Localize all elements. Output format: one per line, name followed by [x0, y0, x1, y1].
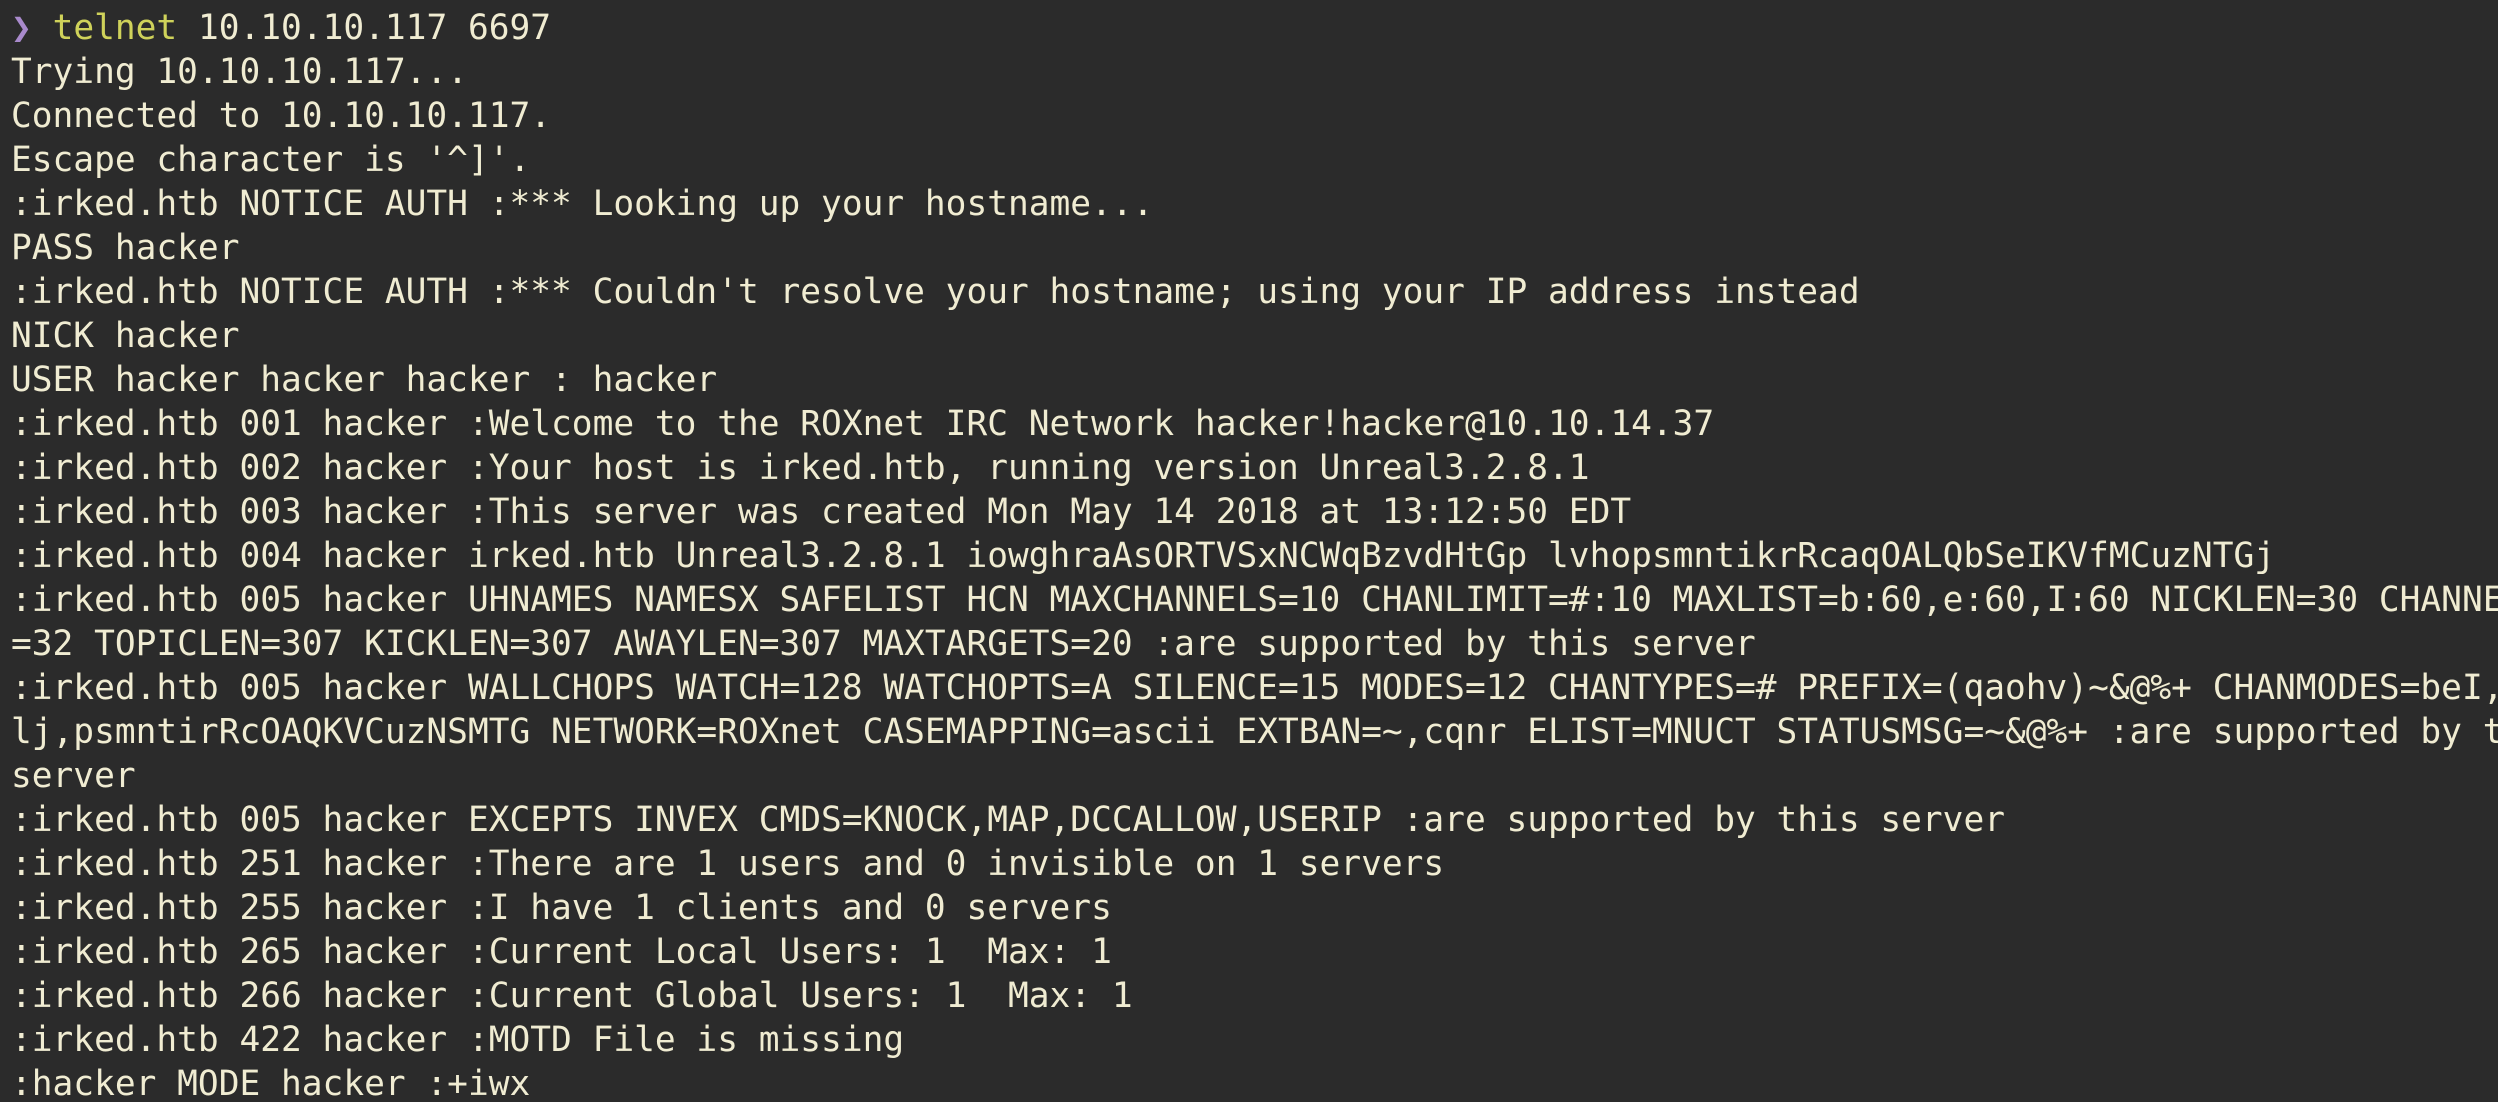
output-line: Escape character is '^]'. [11, 140, 531, 180]
output-line: :irked.htb 266 hacker :Current Global Us… [11, 976, 1133, 1016]
terminal-window[interactable]: ❯ telnet 10.10.10.117 6697 Trying 10.10.… [0, 0, 2498, 1102]
output-line: :irked.htb 265 hacker :Current Local Use… [11, 932, 1112, 972]
output-line: Connected to 10.10.10.117. [11, 96, 552, 136]
command-line: ❯ telnet 10.10.10.117 6697 [11, 6, 2498, 50]
output-line: Trying 10.10.10.117... [11, 52, 468, 92]
prompt-arrow-icon: ❯ [11, 8, 32, 48]
output-line: lj,psmntirRcOAQKVCuzNSMTG NETWORK=ROXnet… [11, 712, 2498, 752]
output-line: PASS hacker [11, 228, 240, 268]
output-line: =32 TOPICLEN=307 KICKLEN=307 AWAYLEN=307… [11, 624, 1756, 664]
output-line: USER hacker hacker hacker : hacker [11, 360, 718, 400]
output-line: :irked.htb 005 hacker EXCEPTS INVEX CMDS… [11, 800, 2005, 840]
output-line: :irked.htb 001 hacker :Welcome to the RO… [11, 404, 1715, 444]
output-line: server [11, 756, 136, 796]
output-line: :irked.htb 005 hacker WALLCHOPS WATCH=12… [11, 668, 2498, 708]
output-line: :irked.htb 003 hacker :This server was c… [11, 492, 1632, 532]
output-line: :irked.htb 002 hacker :Your host is irke… [11, 448, 1590, 488]
output-line: :irked.htb 422 hacker :MOTD File is miss… [11, 1020, 905, 1060]
command-name: telnet [52, 8, 178, 48]
command-args: 10.10.10.117 6697 [197, 8, 552, 48]
output-line: :irked.htb NOTICE AUTH :*** Looking up y… [11, 184, 1154, 224]
output-line: :irked.htb 004 hacker irked.htb Unreal3.… [11, 536, 2276, 576]
output-line: NICK hacker [11, 316, 240, 356]
output-line: :irked.htb NOTICE AUTH :*** Couldn't res… [11, 272, 1860, 312]
output-line: :irked.htb 005 hacker UHNAMES NAMESX SAF… [11, 580, 2498, 620]
output-line: :irked.htb 255 hacker :I have 1 clients … [11, 888, 1112, 928]
output-line: :irked.htb 251 hacker :There are 1 users… [11, 844, 1445, 884]
output-line: :hacker MODE hacker :+iwx [11, 1064, 531, 1102]
